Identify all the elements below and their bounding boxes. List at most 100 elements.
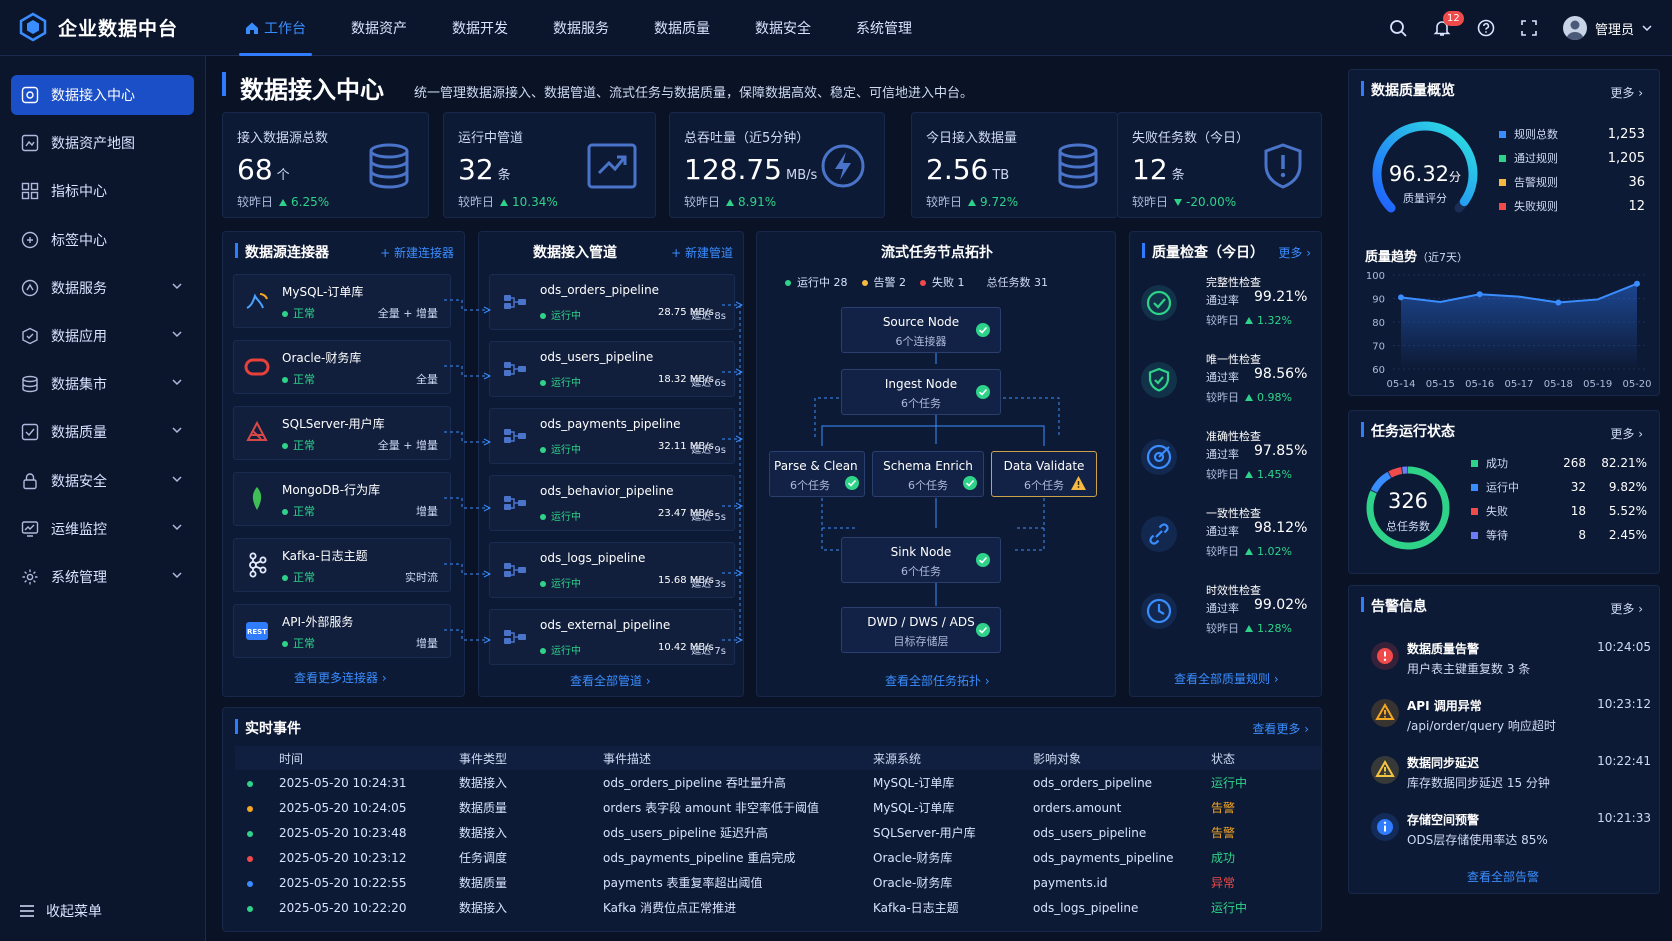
sqlserver-icon	[244, 420, 270, 446]
node-dwd-dws-ads[interactable]: DWD / DWS / ADS 目标存储层	[841, 607, 1001, 653]
task-status-more-link[interactable]: 更多 ›	[1610, 425, 1643, 442]
pipeline-card[interactable]: ods_logs_pipeline 运行中 15.68 MB/s 延迟 3s	[489, 542, 735, 598]
notification-button[interactable]: 12	[1433, 11, 1464, 37]
connectors-title: 数据源连接器	[235, 242, 329, 262]
more-topology-link[interactable]: 查看全部任务拓扑 ›	[885, 672, 990, 689]
pipeline-delay: 延迟 9s	[691, 445, 726, 456]
more-connectors-link[interactable]: 查看更多连接器 ›	[294, 669, 387, 686]
table-row[interactable]: 2025-05-20 10:23:48 数据接入 ods_users_pipelin…	[235, 820, 1321, 845]
node-data-validate[interactable]: Data Validate 6个任务	[991, 451, 1097, 497]
nav-tab-3[interactable]: 数据服务	[553, 0, 609, 56]
sidebar-item-4[interactable]: 数据服务	[11, 268, 194, 308]
legend-swatch	[1499, 202, 1506, 210]
connector-card[interactable]: MongoDB-行为库 正常 增量	[233, 472, 451, 526]
quality-check-item[interactable]: 一致性检查 通过率 98.12% 较昨日 1.02%	[1140, 503, 1316, 577]
table-row[interactable]: 2025-05-20 10:24:31 数据接入 ods_orders_pipeli…	[235, 770, 1321, 795]
table-row[interactable]: 2025-05-20 10:24:05 数据质量 orders 表字段 amount…	[235, 795, 1321, 820]
connector-card[interactable]: SQLServer-用户库 正常 全量 + 增量	[233, 406, 451, 460]
events-table: 时间 事件类型 事件描述 来源系统 影响对象 状态 2025-05-20 10:24:31…	[235, 746, 1321, 920]
user-name: 管理员	[1594, 22, 1634, 38]
y-tick-label: 90	[1372, 295, 1385, 306]
alert-title: 存储空间预警	[1407, 813, 1480, 827]
sidebar-item-10[interactable]: 系统管理	[11, 557, 194, 597]
pipeline-card[interactable]: ods_behavior_pipeline 运行中 23.47 MB/s 延迟 5s	[489, 475, 735, 531]
connector-card[interactable]: Oracle-财务库 正常 全量	[233, 340, 451, 394]
search-icon[interactable]	[1389, 19, 1407, 37]
alert-item[interactable]: 数据同步延迟 库存数据同步延迟 15 分钟 10:22:41	[1361, 750, 1651, 806]
table-row[interactable]: 2025-05-20 10:23:12 任务调度 ods_payments_pipe…	[235, 845, 1321, 870]
alerts-more-link[interactable]: 更多 ›	[1610, 600, 1643, 617]
stat-card-1[interactable]: 运行中管道 32 条较昨日 10.34%	[443, 112, 656, 218]
sidebar-item-8[interactable]: 数据安全	[11, 461, 194, 501]
quality-compare: 较昨日 1.02%	[1206, 545, 1292, 558]
sidebar-item-0[interactable]: 数据接入中心	[11, 75, 194, 115]
brand[interactable]: 企业数据中台	[18, 12, 178, 42]
stat-card-0[interactable]: 接入数据源总数 68 个较昨日 6.25%	[222, 112, 429, 218]
table-row[interactable]: 2025-05-20 10:22:20 数据接入 Kafka 消费位点正常推进 Kaf…	[235, 895, 1321, 920]
pipeline-card[interactable]: ods_orders_pipeline 运行中 28.75 MB/s 延迟 8s	[489, 274, 735, 330]
sidebar-item-5[interactable]: 数据应用	[11, 316, 194, 356]
sidebar-item-3[interactable]: 标签中心	[11, 220, 194, 260]
all-alerts-link[interactable]: 查看全部告警	[1467, 868, 1539, 885]
pipeline-card[interactable]: ods_users_pipeline 运行中 18.32 MB/s 延迟 6s	[489, 341, 735, 397]
user-menu[interactable]: 管理员	[1562, 16, 1652, 40]
quality-check-title: 质量检查（今日）	[1142, 242, 1264, 262]
node-source[interactable]: Source Node 6个连接器	[841, 307, 1001, 353]
events-more-link[interactable]: 查看更多 ›	[1252, 720, 1309, 737]
quality-check-more-link[interactable]: 更多 ›	[1278, 244, 1311, 261]
task-status-title: 任务运行状态	[1361, 421, 1455, 441]
add-connector-button[interactable]: + 新建连接器	[380, 244, 454, 261]
row-dot-cell	[235, 820, 279, 845]
table-row[interactable]: 2025-05-20 10:22:55 数据质量 payments 表重复率超出阈值…	[235, 870, 1321, 895]
stat-compare: 较昨日 8.91%	[684, 195, 777, 209]
alert-time: 10:22:41	[1597, 754, 1651, 768]
alert-item[interactable]: 数据质量告警 用户表主键重复数 3 条 10:24:05	[1361, 636, 1651, 692]
more-pipelines-link[interactable]: 查看全部管道 ›	[570, 672, 651, 689]
sidebar-item-2[interactable]: 指标中心	[11, 171, 194, 211]
legend-swatch	[1471, 459, 1478, 467]
all-quality-rules-link[interactable]: 查看全部质量规则 ›	[1174, 670, 1279, 687]
node-ingest[interactable]: Ingest Node 6个任务	[841, 369, 1001, 415]
pipeline-delay: 延迟 7s	[691, 646, 726, 657]
stat-card-4[interactable]: 失败任务数（今日） 12 条较昨日 -20.00%	[1117, 112, 1322, 218]
quality-overview-more-link[interactable]: 更多 ›	[1610, 84, 1643, 101]
svg-text:REST: REST	[247, 628, 267, 636]
sidebar-item-1[interactable]: 数据资产地图	[11, 123, 194, 163]
pipeline-card[interactable]: ods_payments_pipeline 运行中 32.11 MB/s 延迟 9s	[489, 408, 735, 464]
collapse-menu-button[interactable]: 收起菜单	[20, 901, 102, 921]
connector-card[interactable]: REST API-外部服务 正常 增量	[233, 604, 451, 658]
quality-check-item[interactable]: 准确性检查 通过率 97.85% 较昨日 1.45%	[1140, 426, 1316, 500]
cell-time: 2025-05-20 10:22:20	[279, 900, 407, 915]
alert-item[interactable]: 存储空间预警 ODS层存储使用率达 85% 10:21:33	[1361, 807, 1651, 863]
help-icon[interactable]	[1477, 19, 1495, 37]
stat-card-3[interactable]: 今日接入数据量 2.56 TB 较昨日 9.72%	[911, 112, 1118, 218]
nav-tab-5[interactable]: 数据安全	[755, 0, 811, 56]
pipeline-card[interactable]: ods_external_pipeline 运行中 10.42 MB/s 延迟 7s	[489, 609, 735, 665]
node-sink[interactable]: Sink Node 6个任务	[841, 537, 1001, 583]
check-icon	[976, 385, 990, 399]
nav-tab-0[interactable]: 工作台	[239, 0, 312, 56]
sidebar-item-6[interactable]: 数据集市	[11, 364, 194, 404]
quality-check-item[interactable]: 时效性检查 通过率 99.02% 较昨日 1.28%	[1140, 580, 1316, 654]
pipeline-name: ods_external_pipeline	[540, 618, 671, 632]
quality-check-item[interactable]: 完整性检查 通过率 99.21% 较昨日 1.32%	[1140, 272, 1316, 346]
sidebar-item-7[interactable]: 数据质量	[11, 412, 194, 452]
node-parse-clean[interactable]: Parse & Clean 6个任务	[769, 451, 865, 497]
sidebar-item-9[interactable]: 运维监控	[11, 509, 194, 549]
stat-card-2[interactable]: 总吞吐量（近5分钟） 128.75 MB/s 较昨日 8.91%	[669, 112, 885, 218]
sidebar-item-label: 标签中心	[51, 232, 107, 249]
alert-desc: ODS层存储使用率达 85%	[1407, 833, 1548, 847]
nav-tab-1[interactable]: 数据资产	[351, 0, 407, 56]
nav-tab-4[interactable]: 数据质量	[654, 0, 710, 56]
node-schema-enrich[interactable]: Schema Enrich 6个任务	[872, 451, 984, 497]
quality-check-item[interactable]: 唯一性检查 通过率 98.56% 较昨日 0.98%	[1140, 349, 1316, 423]
connector-card[interactable]: MySQL-订单库 正常 全量 + 增量	[233, 274, 451, 328]
quality-legend-item: 规则总数 1,253	[1499, 126, 1645, 142]
trend-chart: 100 90 80 70 6005-14 05-15 05-16 05-17 05-18 05-1…	[1366, 271, 1652, 390]
add-pipeline-button[interactable]: + 新建管道	[671, 244, 733, 261]
connector-card[interactable]: Kafka-日志主题 正常 实时流	[233, 538, 451, 592]
fullscreen-icon[interactable]	[1521, 20, 1537, 36]
nav-tab-6[interactable]: 系统管理	[856, 0, 912, 56]
alert-item[interactable]: API 调用异常/api/order/query 响应超时 10:23:12	[1361, 693, 1651, 749]
nav-tab-2[interactable]: 数据开发	[452, 0, 508, 56]
